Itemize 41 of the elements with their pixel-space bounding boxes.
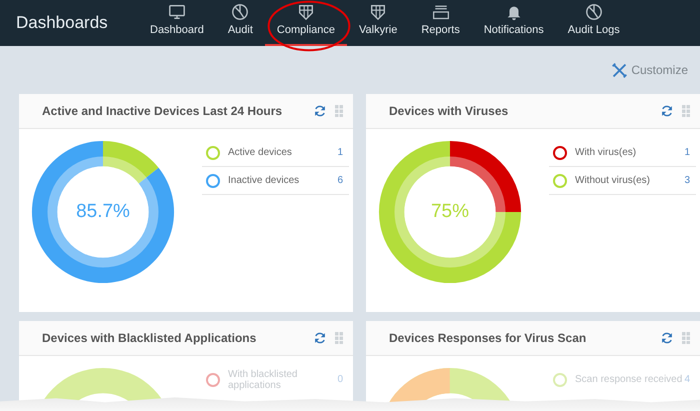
legend-label: With virus(es): [575, 147, 638, 158]
legend-count: 4: [684, 374, 690, 385]
legend-label: With blacklisted applications: [228, 368, 298, 390]
nav-tab[interactable]: Audit: [216, 0, 265, 46]
shield-icon: [369, 3, 388, 21]
refresh-icon[interactable]: [660, 331, 674, 345]
legend-label: Active devices: [228, 147, 293, 158]
nav-tab[interactable]: Compliance: [264, 0, 347, 46]
widget-title: Devices Responses for Virus Scan: [389, 331, 588, 345]
drag-handle-icon[interactable]: [335, 332, 343, 344]
percentage-label: 85.7%: [75, 201, 131, 223]
nav-tab[interactable]: Reports: [409, 0, 472, 46]
legend-count: 0: [337, 374, 343, 385]
gauge-icon: [584, 3, 603, 21]
legend-label: Without virus(es): [575, 175, 652, 186]
drag-handle-icon[interactable]: [682, 105, 690, 117]
drag-handle-icon[interactable]: [682, 332, 690, 344]
legend-count: 6: [337, 175, 343, 186]
monitor-icon: [168, 3, 186, 21]
tools-icon: [611, 62, 628, 78]
widget-title: Devices with Viruses: [389, 104, 510, 118]
legend-count: 1: [337, 147, 343, 158]
widget-title: Devices with Blacklisted Applications: [42, 331, 258, 345]
legend-count: 3: [684, 175, 690, 186]
nav-tab[interactable]: Notifications: [472, 0, 556, 46]
refresh-icon[interactable]: [313, 331, 327, 345]
drag-handle-icon[interactable]: [335, 105, 343, 117]
percentage-label: 75%: [430, 201, 470, 223]
page-title: Dashboards: [16, 13, 109, 33]
nav-tab[interactable]: Dashboard: [138, 0, 216, 46]
widget-title: Active and Inactive Devices Last 24 Hours: [42, 104, 284, 118]
refresh-icon[interactable]: [313, 104, 327, 118]
nav-tab[interactable]: Audit Logs: [556, 0, 632, 46]
legend-label: Inactive devices: [228, 175, 300, 186]
gauge-icon: [231, 3, 250, 21]
shield-icon: [296, 3, 315, 21]
refresh-icon[interactable]: [660, 104, 674, 118]
legend-label: Scan response received: [575, 374, 684, 385]
tray-icon: [432, 3, 450, 21]
legend-count: 1: [684, 147, 690, 158]
nav-tab[interactable]: Valkyrie: [347, 0, 410, 46]
